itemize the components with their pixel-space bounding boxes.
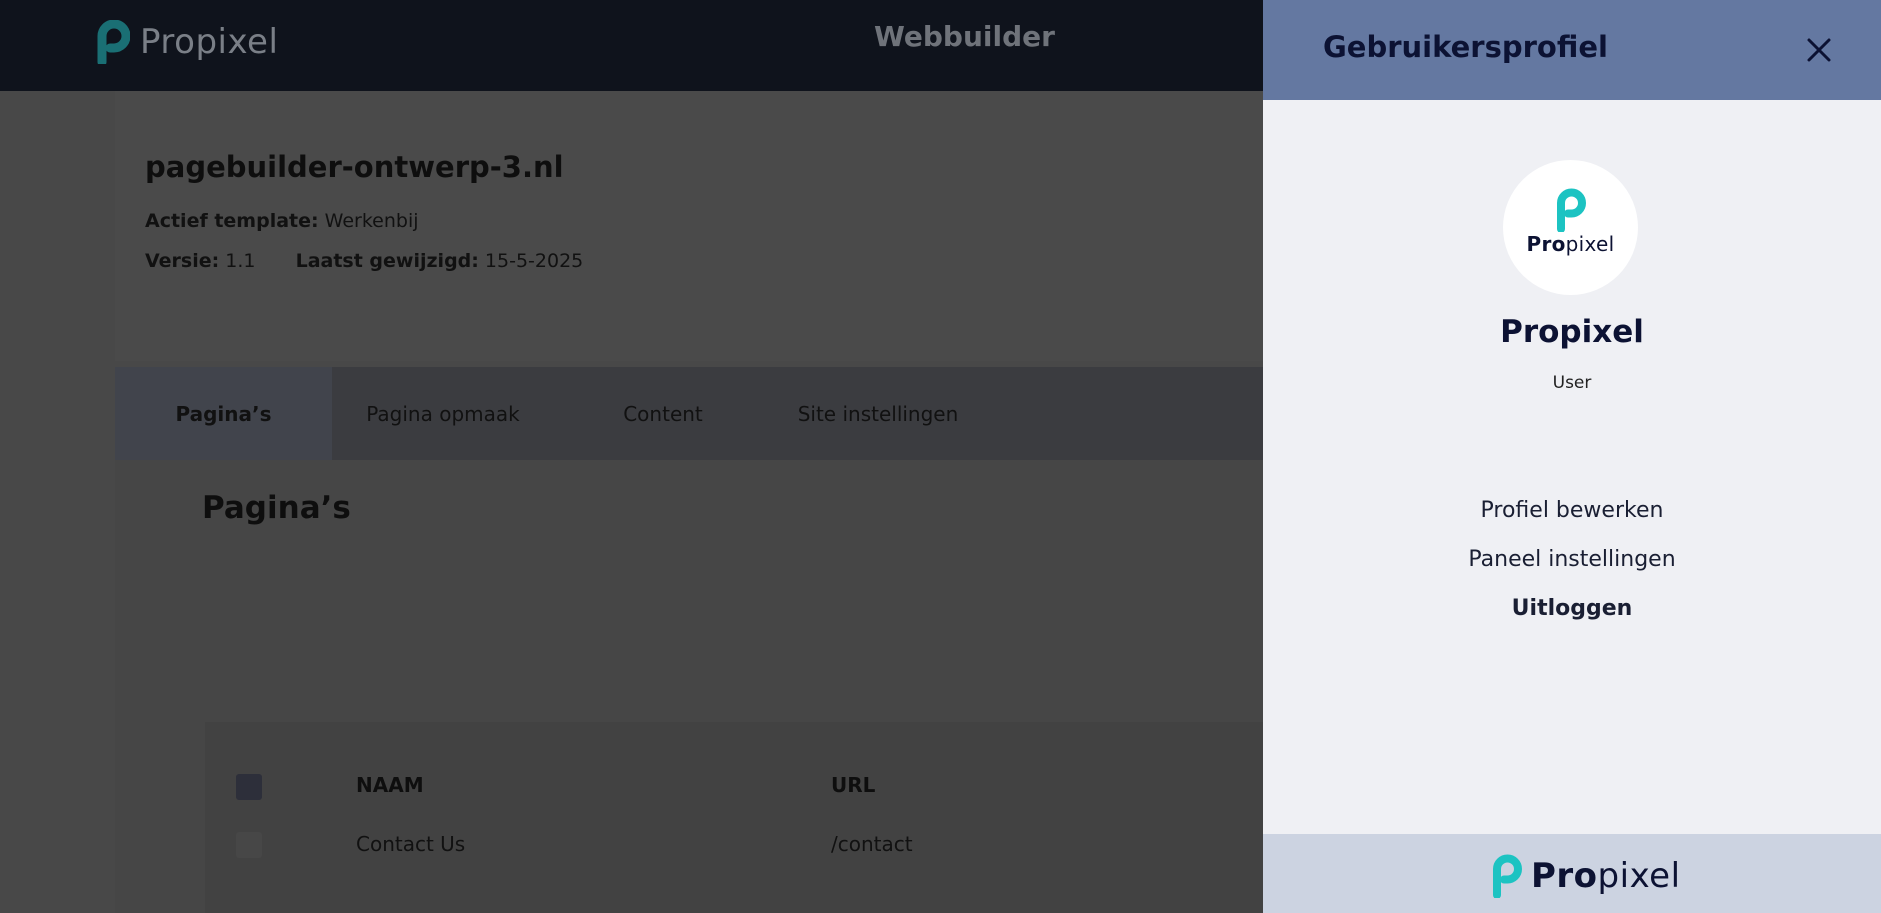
app-title: Webbuilder [874,20,1055,53]
propixel-p-icon [97,20,130,64]
tab-pagina-opmaak[interactable]: Pagina opmaak [332,367,554,460]
table-cell-url: /contact [831,832,913,856]
brand-logo[interactable]: Propixel [96,20,278,64]
modified-label: Laatst gewijzigd: [295,250,479,272]
tab-paginas[interactable]: Pagina’s [115,367,332,460]
section-title: Pagina’s [202,490,351,526]
edit-profile-link[interactable]: Profiel bewerken [1263,498,1881,523]
user-role: User [1552,373,1592,393]
column-header-url[interactable]: URL [831,773,875,797]
template-label: Actief template: [145,210,319,232]
active-template-line: Actief template: Werkenbij [145,210,419,232]
logout-link[interactable]: Uitloggen [1263,596,1881,621]
user-profile-drawer: Gebruikersprofiel Propixel Propixel User… [1263,0,1881,913]
drawer-title: Gebruikersprofiel [1323,30,1608,64]
footer-brand-logo: Propixel [1491,854,1681,898]
pages-table [205,722,1265,913]
version-value: 1.1 [225,250,256,272]
tab-bar: Pagina’s Pagina opmaak Content Site inst… [115,367,1265,460]
avatar: Propixel [1503,160,1638,295]
drawer-footer: Propixel [1263,834,1881,913]
table-cell-name[interactable]: Contact Us [356,832,465,856]
footer-brand-name: Propixel [1531,856,1681,896]
close-icon[interactable] [1801,32,1837,68]
propixel-p-icon [1557,188,1586,232]
brand-name: Propixel [140,22,279,62]
tab-content[interactable]: Content [554,367,772,460]
drawer-header: Gebruikersprofiel [1263,0,1881,100]
user-name: Propixel [1500,314,1644,350]
version-line: Versie: 1.1 Laatst gewijzigd: 15-5-2025 [145,250,583,272]
avatar-logo-text: Propixel [1526,232,1615,256]
propixel-p-icon [1493,854,1522,898]
panel-settings-link[interactable]: Paneel instellingen [1263,547,1881,572]
modified-value: 15-5-2025 [484,250,584,272]
column-header-naam[interactable]: NAAM [356,773,424,797]
row-checkbox[interactable] [236,832,262,858]
version-label: Versie: [145,250,220,272]
site-domain-title: pagebuilder-ontwerp-3.nl [145,150,564,184]
template-value: Werkenbij [324,210,419,232]
select-all-checkbox[interactable] [236,774,262,800]
tab-site-instellingen[interactable]: Site instellingen [772,367,984,460]
